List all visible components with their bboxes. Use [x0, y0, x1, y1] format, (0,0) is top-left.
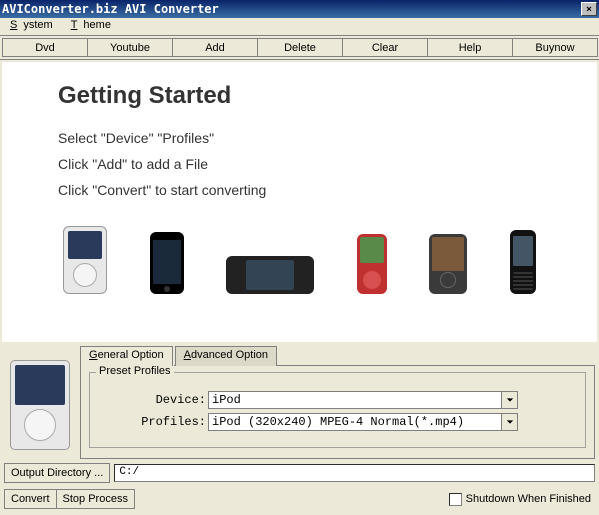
device-value: iPod [209, 392, 501, 408]
window-titlebar: AVIConverter.biz AVI Converter × [0, 0, 599, 18]
toolbar-dvd[interactable]: Dvd [2, 38, 88, 57]
profiles-value: iPod (320x240) MPEG-4 Normal(*.mp4) [209, 414, 501, 430]
device-label: Device: [98, 393, 208, 407]
preset-profiles-group: Preset Profiles Device: iPod Profiles: i… [89, 372, 586, 448]
menubar: System Theme [0, 18, 599, 36]
device-ipod-classic [63, 226, 107, 294]
device-psp [226, 256, 314, 294]
step-3: Click "Convert" to start converting [58, 182, 567, 198]
tab-general-option[interactable]: General Option [80, 346, 173, 366]
step-2: Click "Add" to add a File [58, 156, 567, 172]
shutdown-checkbox[interactable] [449, 493, 462, 506]
main-content: Getting Started Select "Device" "Profile… [2, 62, 597, 342]
menu-system[interactable]: System [4, 18, 65, 35]
toolbar-delete[interactable]: Delete [257, 38, 343, 57]
tab-panel-general: Preset Profiles Device: iPod Profiles: i… [80, 365, 595, 459]
toolbar: Dvd Youtube Add Delete Clear Help Buynow [0, 36, 599, 60]
menu-theme[interactable]: Theme [65, 18, 123, 35]
page-title: Getting Started [58, 82, 567, 110]
selected-device-thumbnail [4, 346, 76, 459]
toolbar-help[interactable]: Help [427, 38, 513, 57]
chevron-down-icon[interactable] [501, 414, 517, 430]
getting-started-steps: Select "Device" "Profiles" Click "Add" t… [58, 130, 567, 198]
device-combobox[interactable]: iPod [208, 391, 518, 409]
profiles-label: Profiles: [98, 415, 208, 429]
device-ipod-nano [357, 234, 387, 294]
toolbar-youtube[interactable]: Youtube [87, 38, 173, 57]
output-directory-field[interactable]: C:/ [114, 464, 595, 482]
shutdown-label: Shutdown When Finished [466, 493, 591, 505]
device-iphone [150, 232, 184, 294]
window-title: AVIConverter.biz AVI Converter [2, 2, 219, 16]
device-zune [429, 234, 467, 294]
convert-button[interactable]: Convert [4, 489, 57, 509]
device-gallery [32, 226, 567, 294]
step-1: Select "Device" "Profiles" [58, 130, 567, 146]
stop-process-button[interactable]: Stop Process [56, 489, 135, 509]
device-phone [510, 230, 536, 294]
output-directory-button[interactable]: Output Directory ... [4, 463, 110, 483]
tab-advanced-option[interactable]: Advanced Option [175, 346, 277, 366]
options-area: General Option Advanced Option Preset Pr… [0, 344, 599, 459]
output-directory-row: Output Directory ... C:/ [0, 459, 599, 487]
tab-row: General Option Advanced Option [80, 346, 595, 366]
ipod-icon [10, 360, 70, 450]
close-icon[interactable]: × [581, 2, 597, 16]
bottom-bar: Convert Stop Process Shutdown When Finis… [0, 487, 599, 513]
chevron-down-icon[interactable] [501, 392, 517, 408]
toolbar-buynow[interactable]: Buynow [512, 38, 598, 57]
preset-legend: Preset Profiles [96, 365, 174, 377]
toolbar-clear[interactable]: Clear [342, 38, 428, 57]
profiles-combobox[interactable]: iPod (320x240) MPEG-4 Normal(*.mp4) [208, 413, 518, 431]
toolbar-add[interactable]: Add [172, 38, 258, 57]
